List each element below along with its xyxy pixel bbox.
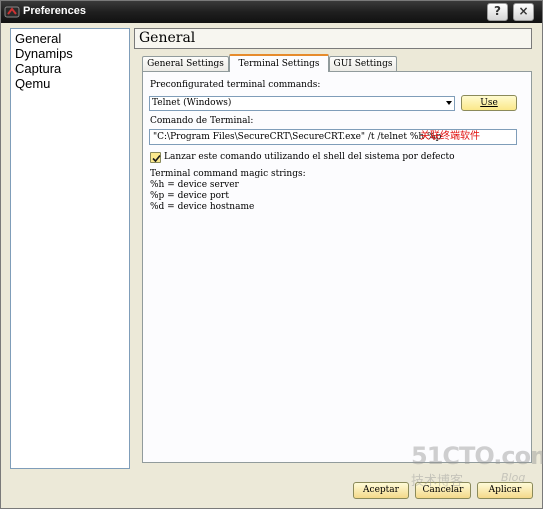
magic-strings-info: Terminal command magic strings: %h = dev… xyxy=(150,169,306,213)
magic-line-host: %h = device server xyxy=(150,180,239,190)
use-button[interactable]: Use xyxy=(461,95,517,111)
accept-button[interactable]: Aceptar xyxy=(353,482,409,499)
tab-terminal-settings[interactable]: Terminal Settings xyxy=(229,54,329,72)
close-button[interactable]: × xyxy=(513,3,534,21)
sidebar-item-captura[interactable]: Captura xyxy=(11,61,129,76)
preconfigured-select-value: Telnet (Windows) xyxy=(152,98,232,108)
preconfigured-select[interactable]: Telnet (Windows) xyxy=(149,96,455,111)
title-bar[interactable]: Preferences ? × xyxy=(1,1,542,23)
sidebar-list: General Dynamips Captura Qemu xyxy=(10,28,130,469)
tab-gui-settings[interactable]: GUI Settings xyxy=(329,56,397,71)
watermark-brand: 51CTO.com xyxy=(411,442,543,470)
preconfigured-label: Preconfigurated terminal commands: xyxy=(150,80,321,90)
launch-shell-checkbox[interactable] xyxy=(150,152,161,163)
checkmark-icon xyxy=(152,154,161,163)
page-title: General xyxy=(134,28,532,49)
command-label: Comando de Terminal: xyxy=(150,116,254,126)
watermark-blog: Blog xyxy=(501,471,526,484)
sidebar-item-dynamips[interactable]: Dynamips xyxy=(11,46,129,61)
launch-shell-label: Lanzar este comando utilizando el shell … xyxy=(164,152,455,162)
window-title: Preferences xyxy=(23,5,86,17)
apply-button[interactable]: Aplicar xyxy=(477,482,533,499)
preferences-window: Preferences ? × General Dynamips Captura… xyxy=(0,0,543,509)
sidebar-item-qemu[interactable]: Qemu xyxy=(11,76,129,91)
chevron-down-icon[interactable] xyxy=(446,101,452,105)
magic-line-hostname: %d = device hostname xyxy=(150,202,255,212)
help-button[interactable]: ? xyxy=(487,3,508,21)
magic-line-port: %p = device port xyxy=(150,191,229,201)
annotation-text: 关联终端软件 xyxy=(420,131,480,142)
tab-general-settings[interactable]: General Settings xyxy=(142,56,229,71)
watermark-tagline: 技术博客 xyxy=(411,474,464,489)
sidebar-item-general[interactable]: General xyxy=(11,31,129,46)
app-icon xyxy=(4,6,20,18)
magic-strings-title: Terminal command magic strings: xyxy=(150,169,306,179)
terminal-settings-panel: Preconfigurated terminal commands: Telne… xyxy=(142,71,532,463)
